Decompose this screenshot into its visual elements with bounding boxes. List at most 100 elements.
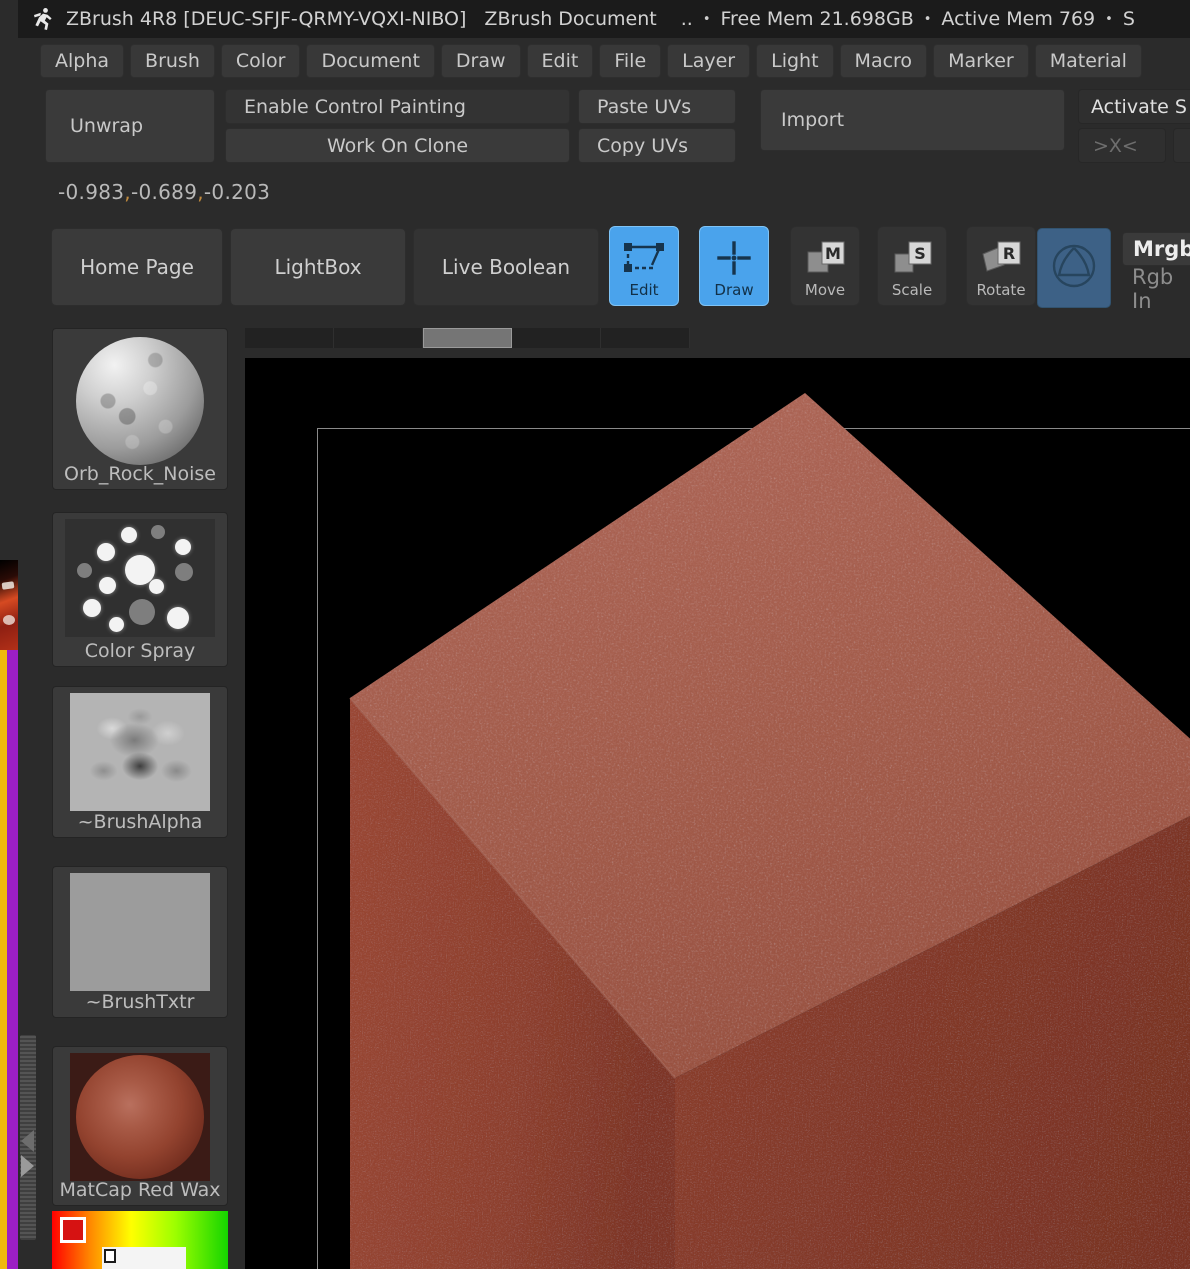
title-ellipsis: .. — [680, 8, 693, 30]
document-title: ZBrush Document — [484, 8, 657, 30]
menu-item-alpha[interactable]: Alpha — [40, 44, 125, 78]
current-color-swatch[interactable] — [60, 1217, 86, 1243]
title-bar: ZBrush 4R8 [DEUC-SFJF-QRMY-VQXI-NIBO] ZB… — [18, 0, 1190, 38]
brush-texture-slot[interactable]: ~BrushTxtr — [52, 866, 228, 1018]
left-edge-thumbnail-fragment — [0, 560, 18, 650]
material-slot[interactable]: MatCap Red Wax — [52, 1046, 228, 1206]
zbrush-logo-icon — [30, 6, 56, 32]
app-title: ZBrush 4R8 [DEUC-SFJF-QRMY-VQXI-NIBO] — [66, 8, 467, 30]
scroll-right-arrow-icon[interactable] — [21, 1155, 34, 1177]
menu-item-file[interactable]: File — [599, 44, 662, 78]
coord-y: -0.689 — [130, 180, 198, 204]
brush-texture-thumbnail — [70, 873, 210, 991]
move-mode-label: Move — [804, 281, 846, 299]
paste-uvs-button[interactable]: Paste UVs — [578, 89, 736, 124]
free-memory-status: Free Mem 21.698GB — [720, 8, 914, 30]
menu-item-light[interactable]: Light — [756, 44, 834, 78]
import-button[interactable]: Import — [760, 89, 1065, 151]
slider-handle[interactable] — [422, 328, 513, 348]
symmetry-x-button[interactable]: >X< — [1078, 128, 1166, 163]
menu-item-edit[interactable]: Edit — [526, 44, 594, 78]
lightbox-button[interactable]: LightBox — [230, 228, 406, 306]
left-edge-purple-strip — [7, 585, 18, 1269]
menu-item-brush[interactable]: Brush — [130, 44, 215, 78]
menu-item-document[interactable]: Document — [306, 44, 435, 78]
zbrush-window: ZBrush 4R8 [DEUC-SFJF-QRMY-VQXI-NIBO] ZB… — [0, 0, 1190, 1269]
unwrap-button[interactable]: Unwrap — [45, 89, 215, 163]
menu-item-layer[interactable]: Layer — [667, 44, 751, 78]
color-picker[interactable] — [52, 1211, 228, 1269]
slider-segment[interactable] — [512, 328, 602, 348]
slider-segment[interactable] — [333, 328, 423, 348]
matcap-sphere — [76, 1055, 204, 1179]
coordinate-readout: -0.983 , -0.689 , -0.203 — [18, 170, 1190, 214]
brush-texture-slot-label: ~BrushTxtr — [85, 991, 195, 1013]
canvas-top-slider[interactable] — [245, 328, 690, 348]
edit-mode-label: Edit — [629, 281, 659, 299]
draw-crosshair-icon — [712, 235, 756, 281]
menu-item-marker[interactable]: Marker — [933, 44, 1029, 78]
slider-segment[interactable] — [245, 328, 334, 348]
3d-viewport[interactable] — [245, 358, 1190, 1269]
bullet-separator-2: • — [923, 11, 932, 27]
color-value-marker[interactable] — [104, 1249, 116, 1263]
material-swatch-button[interactable] — [1037, 228, 1111, 308]
matcap-red-wax-thumbnail — [70, 1053, 210, 1181]
scale-mode-label: Scale — [891, 281, 933, 299]
menu-item-color[interactable]: Color — [220, 44, 301, 78]
material-slot-label: MatCap Red Wax — [59, 1179, 221, 1201]
bullet-separator-3: • — [1105, 11, 1113, 27]
brush-alpha-slot-label: ~BrushAlpha — [77, 811, 203, 833]
mrgb-button[interactable]: Mrgb — [1122, 232, 1190, 266]
enable-control-painting-button[interactable]: Enable Control Painting — [225, 89, 570, 124]
menu-item-material[interactable]: Material — [1034, 44, 1142, 78]
alpha-slot[interactable]: Orb_Rock_Noise — [52, 328, 228, 490]
coord-z: -0.203 — [203, 180, 271, 204]
home-page-button[interactable]: Home Page — [51, 228, 223, 306]
rotate-mode-button[interactable]: R Rotate — [966, 226, 1036, 306]
thumbnail-highlight — [1, 581, 15, 590]
textured-cube[interactable] — [245, 358, 1190, 1269]
work-on-clone-button[interactable]: Work On Clone — [225, 128, 570, 163]
copy-uvs-button[interactable]: Copy UVs — [578, 128, 736, 163]
rotate-r-icon: R — [978, 235, 1024, 281]
slider-segment[interactable] — [601, 328, 690, 348]
menu-item-macro[interactable]: Macro — [839, 44, 928, 78]
scroll-left-arrow-icon[interactable] — [21, 1130, 34, 1152]
svg-text:R: R — [1003, 244, 1015, 263]
rotate-mode-label: Rotate — [976, 281, 1026, 299]
scale-s-icon: S — [889, 235, 935, 281]
rgb-intensity-label[interactable]: Rgb In — [1122, 265, 1190, 313]
tool-options-row: Unwrap Enable Control Painting Work On C… — [18, 84, 1190, 166]
alpha-slot-label: Orb_Rock_Noise — [64, 463, 216, 485]
alpha-sphere-thumbnail — [76, 337, 204, 465]
menu-bar: Alpha Brush Color Document Draw Edit File Layer… — [18, 38, 1190, 84]
material-sphere-icon — [1050, 242, 1098, 294]
svg-text:S: S — [914, 244, 926, 263]
brush-alpha-slot[interactable]: ~BrushAlpha — [52, 686, 228, 838]
left-vertical-scrollbar[interactable] — [20, 1035, 36, 1240]
draw-mode-button[interactable]: Draw — [699, 226, 769, 306]
scale-mode-button[interactable]: S Scale — [877, 226, 947, 306]
edit-mode-button[interactable]: Edit — [609, 226, 679, 306]
left-edge-yellow-strip — [0, 585, 7, 1269]
activate-symmetry-button[interactable]: Activate S — [1078, 89, 1190, 124]
brush-slot[interactable]: Color Spray — [52, 512, 228, 667]
move-mode-button[interactable]: M Move — [790, 226, 860, 306]
coord-x: -0.983 — [58, 180, 125, 204]
brush-alpha-thumbnail — [70, 693, 210, 811]
color-spray-thumbnail — [65, 519, 215, 637]
draw-mode-label: Draw — [714, 281, 754, 299]
symmetry-y-button[interactable]: > — [1173, 128, 1190, 163]
move-m-icon: M — [802, 235, 848, 281]
coord-separator-2: , — [197, 180, 204, 204]
title-trailing-text: S — [1122, 8, 1135, 30]
coord-separator-1: , — [124, 180, 131, 204]
live-boolean-button[interactable]: Live Boolean — [413, 228, 599, 306]
active-memory-status: Active Mem 769 — [941, 8, 1096, 30]
menu-item-draw[interactable]: Draw — [440, 44, 521, 78]
main-toolbar: Home Page LightBox Live Boolean Edit Dra… — [18, 214, 1190, 320]
thumbnail-highlight-2 — [3, 615, 15, 625]
bullet-separator-1: • — [702, 11, 711, 27]
brush-slot-label: Color Spray — [84, 640, 196, 662]
